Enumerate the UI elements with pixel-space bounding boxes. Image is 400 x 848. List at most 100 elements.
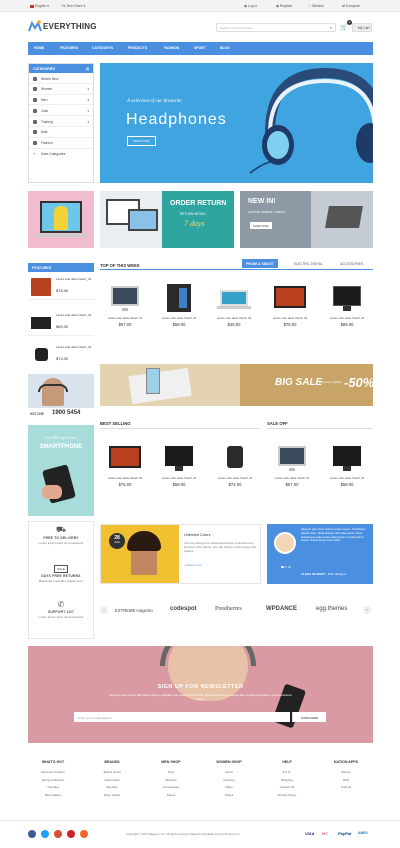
divider <box>0 820 400 821</box>
big-sale-banner[interactable]: Electronic digital BIG SALE -50% <box>100 364 373 406</box>
nav-blog[interactable]: BLOG <box>220 46 230 50</box>
product-card[interactable]: Lacks side table hitach 04 $74.00 <box>215 442 255 487</box>
category-women[interactable]: Women ▾ <box>29 84 93 95</box>
product-card[interactable]: Lacks side table hitach 04 $57.00 <box>272 442 312 487</box>
my-cart-button[interactable]: My Cart <box>352 23 372 32</box>
brand-logo-magento[interactable]: EXTREME magento <box>115 608 153 613</box>
twitter-icon[interactable] <box>41 830 49 838</box>
brand-logo-prestherres[interactable]: Prestherres <box>215 606 242 612</box>
footer-link[interactable]: Accessories <box>141 784 201 792</box>
category-more[interactable]: + More Categories <box>29 149 93 160</box>
footer-link[interactable]: iPhone <box>316 769 376 777</box>
wishlist-link[interactable]: ♡ Wishlist <box>308 4 324 8</box>
product-card[interactable]: Lacks side table hitach 01 $57.00 <box>105 282 145 327</box>
brand-logo-codespot[interactable]: codespot <box>170 606 197 612</box>
footer-link[interactable]: Shipping <box>257 777 317 785</box>
nav-home[interactable]: HOME <box>34 46 44 50</box>
product-card[interactable]: Lacks side table hitach 02 $89.00 <box>327 282 367 327</box>
banner-new-in[interactable]: NEW IN! LAPTOP, MOBILE, TABLET... SHOP N… <box>240 191 373 248</box>
product-card[interactable]: Lacks side table hitach 04 $58.00 <box>159 442 199 487</box>
hero-shop-now-button[interactable]: SHOP NOW <box>127 136 156 146</box>
tab-accessories[interactable]: ACCESSORIES <box>336 259 367 268</box>
brand-logo-eggthemes[interactable]: egg.themes <box>316 606 347 612</box>
service-delivery: ⛟ FREE TO DELIVERY Lorem ipsum dolor sit … <box>28 525 94 545</box>
rss-icon[interactable] <box>80 830 88 838</box>
tab-electric-digital[interactable]: ELECTRIC DIGITAL <box>290 259 327 268</box>
category-training[interactable]: Training ▾ <box>29 116 93 127</box>
new-in-title: NEW IN! <box>248 198 276 205</box>
hotline-number[interactable]: 1900 5454 <box>52 410 80 416</box>
footer-link[interactable]: River Island <box>82 792 142 800</box>
featured-item[interactable]: Lacks side table hitach_04 $89.00 <box>28 310 94 336</box>
brands-prev-button[interactable]: ‹ <box>100 606 108 614</box>
featured-item[interactable]: Lacks side table hitach_04 $74.00 <box>28 342 94 368</box>
banner-order-return[interactable]: ORDER RETURN RETURN WITHIN 7 days <box>100 191 234 248</box>
login-link[interactable]: ◉ Log in <box>244 4 257 8</box>
new-in-shop-button[interactable]: SHOP NOW <box>250 222 272 229</box>
footer-link[interactable]: Contact Us <box>257 784 317 792</box>
pinterest-icon[interactable] <box>67 830 75 838</box>
hero-slider[interactable]: A selection of our favourite Headphones … <box>100 63 373 183</box>
google-plus-icon[interactable] <box>54 830 62 838</box>
nav-fashion[interactable]: FASHION <box>164 46 179 50</box>
footer-link[interactable]: Jack & Jones <box>82 769 142 777</box>
blog-title[interactable]: Unlimited Colors <box>184 533 210 537</box>
register-link[interactable]: ◉ Register <box>276 4 293 8</box>
facebook-icon[interactable] <box>28 830 36 838</box>
footer-link[interactable]: Bottoms <box>141 777 201 785</box>
product-card[interactable]: Lacks side table hitach 04 $76.00 <box>105 442 145 487</box>
brands-next-button[interactable]: › <box>363 606 371 614</box>
footer-link[interactable]: Spring Collection <box>23 777 83 785</box>
footer-link[interactable]: Best Sellers <box>23 792 83 800</box>
search-input[interactable]: Search entire store here... ⌕ <box>216 23 336 32</box>
product-card[interactable]: Lacks side table hitach 02 $76.00 <box>270 282 310 327</box>
categories-header[interactable]: CATEGORIES ☰ <box>29 64 93 73</box>
footer-link[interactable]: F.A.Q. <box>257 769 317 777</box>
compare-link[interactable]: ⇄ Compare <box>342 4 360 8</box>
category-gear[interactable]: Gear ▾ <box>29 105 93 117</box>
smartphone-promo[interactable]: Get 50% off on new SMARTPHONE <box>28 425 94 516</box>
language-select[interactable]: English ▾ <box>30 4 49 8</box>
featured-item[interactable]: Lacks side table hitach_04 $76.00 <box>28 274 94 300</box>
category-sale[interactable]: Sale <box>29 127 93 138</box>
blog-read-more[interactable]: » Read more <box>184 563 201 567</box>
footer-link[interactable]: Calvin Klein <box>82 777 142 785</box>
product-thumbnail <box>31 317 51 329</box>
nav-categorys[interactable]: CATEGORYS <box>92 46 113 50</box>
footer-link[interactable]: Other <box>199 784 259 792</box>
sale-percent: -50% <box>344 375 373 390</box>
gear-icon <box>33 108 37 113</box>
footer-link[interactable]: Android <box>316 784 376 792</box>
menu-icon: ☰ <box>85 67 89 71</box>
store-select[interactable]: Hi-Tech Store ▾ <box>62 4 85 8</box>
newsletter-email-input[interactable]: Enter your email address <box>74 712 290 722</box>
cart-icon[interactable]: 🛒 <box>340 24 347 31</box>
footer-link[interactable]: Privacy Policy <box>257 792 317 800</box>
tab-phone-tablet[interactable]: PHONE & TABLET <box>242 259 278 268</box>
product-card[interactable]: Lacks side table hitach 01 $58.00 <box>327 442 367 487</box>
search-icon[interactable]: ⌕ <box>330 25 332 30</box>
footer-link[interactable]: iPad <box>316 777 376 785</box>
slider-dots[interactable] <box>281 564 291 569</box>
footer-link[interactable]: Discount Voucher <box>23 769 83 777</box>
phone-icon: ✆ <box>57 600 65 609</box>
nav-sport[interactable]: SPORT <box>194 46 206 50</box>
footer-link[interactable]: Toys <box>141 769 201 777</box>
nav-products[interactable]: PRODUCTS <box>128 46 147 50</box>
banner-laptop-girl[interactable] <box>28 191 94 248</box>
footer-link[interactable]: Trending <box>23 784 83 792</box>
footer-link[interactable]: Ray Ban <box>82 784 142 792</box>
footer-link[interactable]: Shoes <box>199 792 259 800</box>
product-card[interactable]: Lacks side table hitach 02 $58.00 <box>159 282 199 327</box>
category-whats-new[interactable]: What's New <box>29 73 93 84</box>
category-fashion[interactable]: Fashion <box>29 138 93 149</box>
subscribe-button[interactable]: SUBSCRIBE <box>292 712 326 722</box>
footer-link[interactable]: Jeans <box>199 769 259 777</box>
nav-features[interactable]: FEATURES <box>60 46 78 50</box>
brand-logo-wpdance[interactable]: WPDANCE <box>266 606 297 612</box>
blog-post[interactable]: 28 AUG Unlimited Colors You can change t… <box>100 524 261 584</box>
product-card[interactable]: Lacks side table hitach 02 $46.00 <box>214 282 254 327</box>
footer-link[interactable]: Shoes <box>141 792 201 800</box>
category-men[interactable]: Men ▾ <box>29 95 93 106</box>
footer-link[interactable]: Dresses <box>199 777 259 785</box>
